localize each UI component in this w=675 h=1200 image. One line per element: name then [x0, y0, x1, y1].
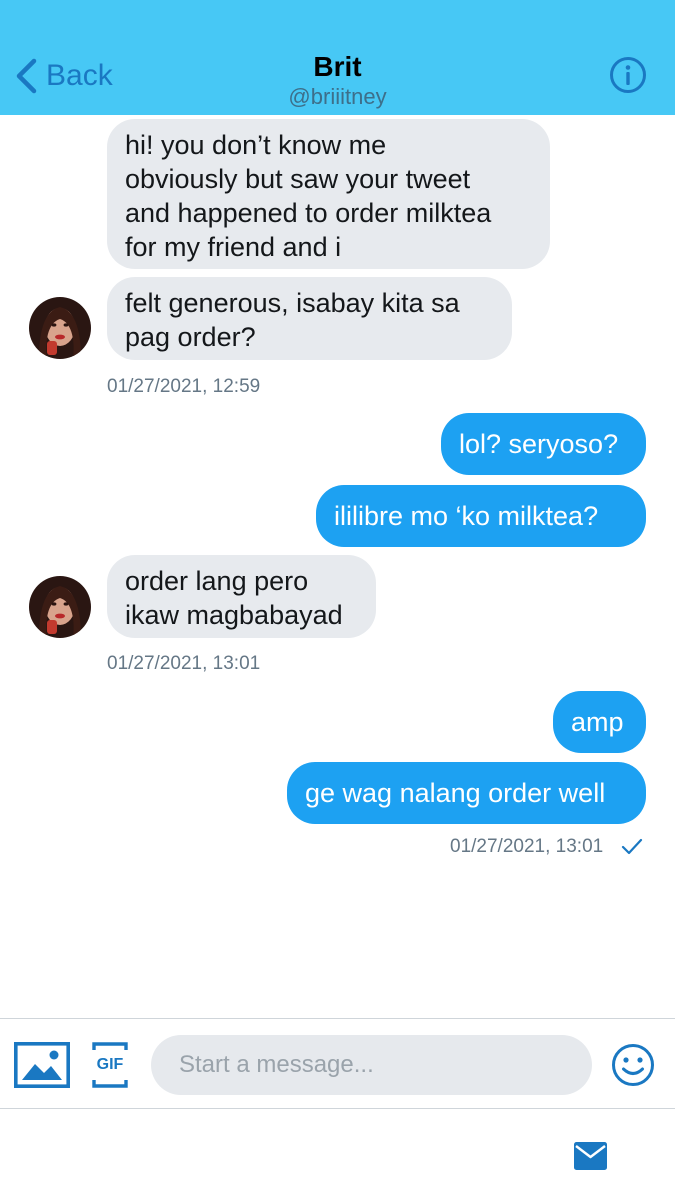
gif-label: GIF [96, 1056, 124, 1073]
composer-divider [0, 1018, 675, 1019]
message-bubble-incoming[interactable]: hi! you don’t know me obviously but saw … [107, 119, 550, 269]
conversation-title: Brit @briiitney [0, 50, 675, 110]
envelope-icon[interactable] [574, 1140, 607, 1171]
avatar[interactable] [29, 297, 91, 359]
message-input[interactable] [151, 1035, 592, 1095]
contact-handle: @briiitney [288, 84, 387, 109]
gif-button[interactable]: GIF [92, 1042, 128, 1088]
emoji-icon[interactable] [611, 1043, 655, 1087]
message-timestamp: 01/27/2021, 13:01 [450, 836, 604, 857]
info-icon[interactable] [609, 56, 647, 94]
message-bubble-outgoing[interactable]: ililibre mo ‘ko milktea? [316, 485, 646, 547]
avatar[interactable] [29, 576, 91, 638]
message-timestamp: 01/27/2021, 13:01 [107, 653, 261, 674]
message-timestamp: 01/27/2021, 12:59 [107, 376, 261, 397]
image-icon[interactable] [14, 1042, 70, 1088]
contact-name: Brit [313, 51, 362, 82]
message-bubble-outgoing[interactable]: amp [553, 691, 646, 753]
message-bubble-outgoing[interactable]: ge wag nalang order well [287, 762, 646, 824]
message-bubble-outgoing[interactable]: lol? seryoso? [441, 413, 646, 475]
message-bubble-incoming[interactable]: felt generous, isabay kita sa pag order? [107, 277, 512, 360]
conversation-header: Back Brit @briiitney [0, 0, 675, 115]
message-bubble-incoming[interactable]: order lang pero ikaw magbabayad [107, 555, 376, 638]
tab-bar-divider [0, 1108, 675, 1109]
checkmark-icon [621, 838, 643, 855]
